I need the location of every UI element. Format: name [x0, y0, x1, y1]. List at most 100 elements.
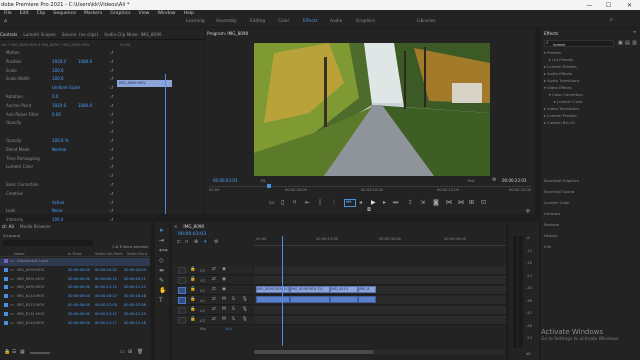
menu-window[interactable]: Window: [157, 11, 175, 16]
stacked-panel-header[interactable]: Libraries: [544, 211, 560, 216]
audio-clip[interactable]: [290, 296, 330, 303]
step-forward-icon[interactable]: ▸: [383, 200, 386, 206]
column-duration[interactable]: Video Dura: [127, 252, 147, 256]
go-to-in-icon[interactable]: ⇤: [305, 200, 310, 206]
effect-control-value[interactable]: 1920.0: [52, 59, 66, 64]
effect-control-value[interactable]: 0.0: [52, 94, 58, 99]
maximize-button[interactable]: ☐: [601, 0, 616, 10]
reset-icon[interactable]: ↺: [110, 85, 113, 90]
effects-tree-item[interactable]: ▸ Custom Bin 01: [544, 120, 575, 125]
effects-tree-item[interactable]: ▸ Lumetri Presets: [544, 113, 577, 118]
menu-file[interactable]: File: [4, 11, 12, 16]
effects-tree-item[interactable]: ▸ Video Transitions: [544, 106, 579, 111]
label-color-swatch[interactable]: [4, 259, 8, 263]
eye-icon[interactable]: ◉: [222, 287, 226, 293]
mark-out-icon[interactable]: ▯: [281, 200, 284, 206]
camera-icon[interactable]: ◘: [367, 208, 371, 213]
label-color-swatch[interactable]: [4, 294, 8, 299]
effect-control-value[interactable]: 100.0: [52, 68, 63, 73]
zoom-slider[interactable]: [30, 352, 50, 354]
settings-icon[interactable]: ⚙: [214, 240, 218, 245]
column-in-point[interactable]: In Point: [68, 252, 81, 256]
effect-control-value[interactable]: None: [52, 208, 62, 213]
trim-icon[interactable]: ⋈: [446, 200, 452, 206]
effects-tree-item[interactable]: ▸ Lumetri Presets: [544, 64, 577, 69]
lift-icon[interactable]: ⇪: [408, 200, 413, 206]
effect-control-value[interactable]: Normal: [52, 147, 66, 152]
quality-dropdown[interactable]: Full: [468, 179, 475, 183]
32bit-icon[interactable]: ▤: [625, 41, 630, 46]
menu-markers[interactable]: Markers: [84, 11, 102, 16]
effects-search-box[interactable]: ⌕: [544, 40, 614, 47]
timeline-playhead[interactable]: [281, 236, 283, 346]
effects-search-input[interactable]: [553, 41, 611, 47]
lock-icon[interactable]: 🔒: [190, 297, 196, 303]
close-button[interactable]: ✕: [622, 0, 637, 10]
mute-button[interactable]: M: [222, 317, 226, 323]
trim-icon[interactable]: ⋈: [458, 200, 464, 206]
mini-clip[interactable]: IMG_8090.MOV: [117, 80, 172, 87]
sync-lock-icon[interactable]: ⇄: [212, 317, 216, 323]
new-item-icon[interactable]: ⊞: [128, 350, 132, 355]
play-icon[interactable]: ▶: [371, 200, 376, 206]
lock-icon[interactable]: 🔒: [190, 287, 196, 293]
program-ruler[interactable]: 00:00 00:00:05:00 00:00:10:00 00:00:15:0…: [209, 186, 531, 192]
step-back-icon[interactable]: ◂: [359, 200, 362, 206]
effects-tree-item[interactable]: ▾ Presets: [544, 50, 561, 55]
source-patch-toggle[interactable]: [178, 287, 186, 294]
mix-value[interactable]: 0.0: [226, 327, 232, 331]
export-frame-icon[interactable]: ◙: [433, 200, 439, 206]
trash-icon[interactable]: 🗑: [137, 350, 143, 355]
scroll-thumb[interactable]: [254, 350, 374, 354]
add-button-icon[interactable]: +: [525, 208, 531, 215]
effects-tree-item[interactable]: ▸ Lumetri Color: [554, 99, 583, 104]
reset-icon[interactable]: ↺: [110, 173, 113, 178]
type-tool-icon[interactable]: T: [159, 298, 163, 304]
compare-icon[interactable]: ⊡: [481, 200, 486, 206]
reset-icon[interactable]: ↺: [110, 147, 113, 152]
sync-lock-icon[interactable]: ⇄: [212, 307, 216, 313]
menu-help[interactable]: Help: [184, 11, 194, 16]
icon-view-icon[interactable]: ▦: [20, 350, 25, 355]
lock-icon[interactable]: 🔒: [4, 350, 10, 355]
audio-clip[interactable]: [256, 296, 290, 303]
audio-clip[interactable]: [358, 296, 376, 303]
reset-icon[interactable]: ↺: [110, 59, 113, 64]
linked-selection-icon[interactable]: ⊗: [194, 240, 198, 245]
accelerated-effects-icon[interactable]: ▣: [618, 41, 623, 46]
extract-icon[interactable]: ⇲: [420, 200, 425, 206]
tab-media-browser[interactable]: Media Browser: [20, 224, 51, 229]
stacked-panel-header[interactable]: History: [544, 233, 558, 238]
project-item[interactable]: ▭ IMG_8091.MOV 00:00:00:00 00:00:05:10 00:00…: [0, 276, 150, 284]
track-lane[interactable]: [254, 306, 506, 315]
razor-tool-icon[interactable]: ◇: [159, 258, 164, 264]
project-item[interactable]: ▭ IMG_8090.MOV 00:00:00:00 00:00:20:02 00:00…: [0, 267, 150, 275]
stacked-panel-header[interactable]: Lumetri Color: [544, 200, 570, 205]
source-patch-toggle[interactable]: [178, 297, 186, 304]
ripple-edit-icon[interactable]: ⟺: [159, 248, 168, 254]
track-lane[interactable]: [254, 276, 506, 285]
project-item[interactable]: ▭ IMG_8092.MOV 00:00:00:00 00:00:11:12 00:00…: [0, 284, 150, 292]
microphone-icon[interactable]: 🎙: [242, 307, 248, 313]
tab-effect-controls[interactable]: Controls: [0, 32, 17, 37]
reset-icon[interactable]: ↺: [110, 112, 113, 117]
sync-lock-icon[interactable]: ⇄: [212, 297, 216, 303]
stacked-panel-header[interactable]: Essential Sound: [544, 189, 574, 194]
audio-clip[interactable]: [330, 296, 358, 303]
track-header[interactable]: 🔒 A1 ⇄ M S 🎙: [174, 296, 252, 305]
mark-in-icon[interactable]: ▭: [269, 200, 275, 206]
eye-icon[interactable]: ◉: [222, 267, 226, 273]
workspace-graphics[interactable]: Graphics: [356, 19, 375, 24]
effects-tree-item[interactable]: ▸ Audio Effects: [544, 71, 572, 76]
workspace-effects[interactable]: Effects: [303, 19, 318, 24]
slip-tool-icon[interactable]: ⇹: [159, 268, 164, 274]
timeline-ruler[interactable]: 00:00 00:00:15:00 00:00:30:00 00:00:45:0…: [254, 236, 506, 246]
label-color-swatch[interactable]: [4, 303, 8, 307]
project-item[interactable]: ▭ IMG_8114.MOV 00:00:00:00 00:00:16:27 00:00…: [0, 293, 150, 301]
microphone-icon[interactable]: 🎙: [242, 297, 248, 303]
tab-project[interactable]: ct: Ali: [2, 224, 14, 229]
panel-menu-icon[interactable]: ≡: [633, 30, 636, 34]
wrench-icon[interactable]: ⚙: [492, 178, 496, 183]
reset-icon[interactable]: ↺: [110, 129, 113, 134]
track-header[interactable]: 🔒 A2 ⇄ M S 🎙: [174, 306, 252, 315]
